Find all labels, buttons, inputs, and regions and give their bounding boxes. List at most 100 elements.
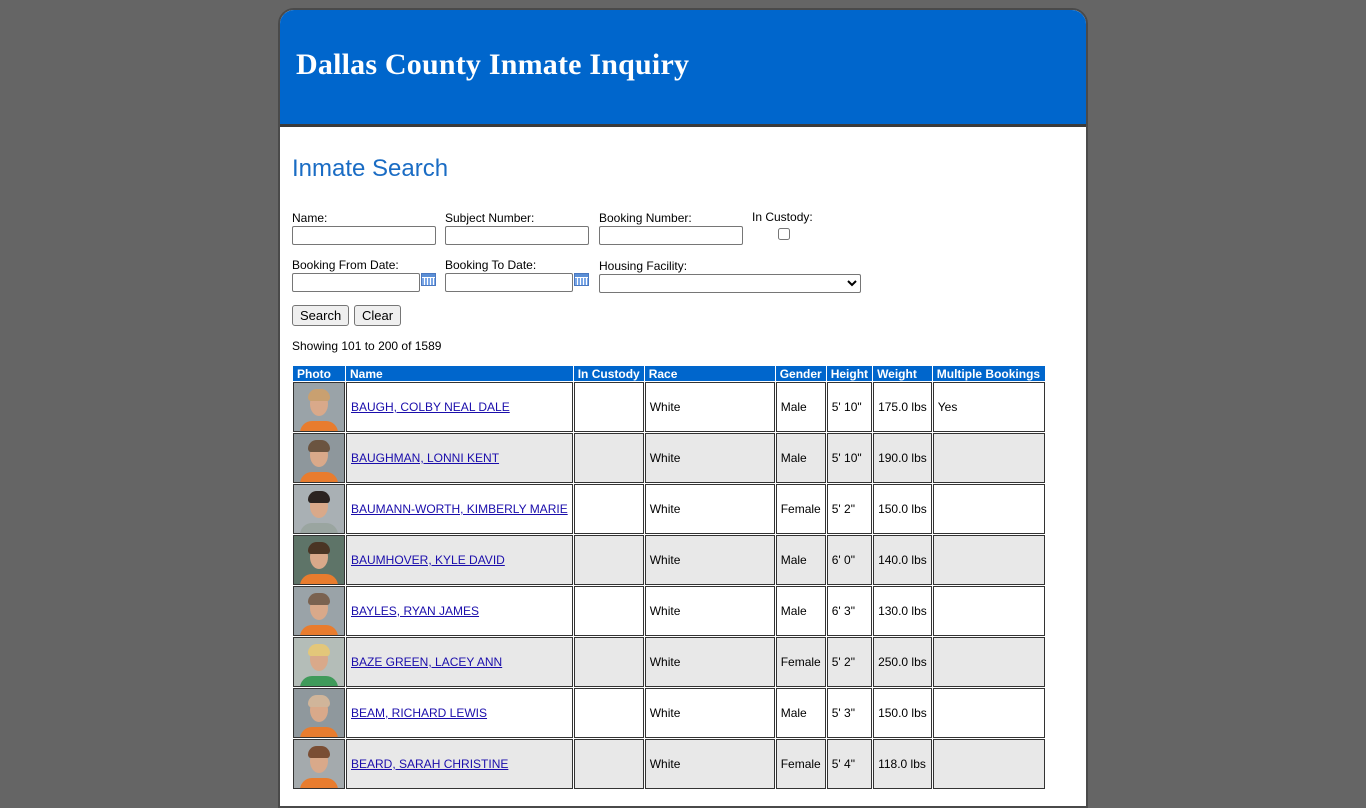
in-custody-cell: [573, 382, 644, 432]
subject-field-group: Subject Number:: [445, 211, 589, 245]
housing-facility-select[interactable]: [599, 274, 861, 293]
multiple-bookings-cell: [932, 586, 1045, 636]
name-cell: BAYLES, RYAN JAMES: [346, 586, 573, 636]
photo-cell: [293, 637, 345, 687]
gender-cell: Female: [775, 484, 826, 534]
subject-number-label: Subject Number:: [445, 211, 535, 225]
in-custody-label: In Custody:: [752, 210, 813, 224]
table-row: BAUMHOVER, KYLE DAVID White Male 6' 0" 140.0…: [293, 535, 1045, 585]
photo-cell: [293, 484, 345, 534]
race-cell: White: [644, 586, 775, 636]
calendar-icon[interactable]: [574, 273, 589, 286]
table-row: BAUGHMAN, LONNI KENT White Male 5' 10" 190.0…: [293, 433, 1045, 483]
results-summary: Showing 101 to 200 of 1589: [292, 339, 442, 353]
height-cell: 5' 2": [826, 637, 873, 687]
table-row: BAUMANN-WORTH, KIMBERLY MARIE White Female…: [293, 484, 1045, 534]
gender-cell: Male: [775, 433, 826, 483]
inmate-name-link[interactable]: BAUGH, COLBY NEAL DALE: [351, 400, 510, 414]
multiple-bookings-cell: [932, 535, 1045, 585]
photo-cell: [293, 688, 345, 738]
inmate-name-link[interactable]: BAYLES, RYAN JAMES: [351, 604, 479, 618]
name-cell: BAUMHOVER, KYLE DAVID: [346, 535, 573, 585]
clear-button[interactable]: Clear: [354, 305, 402, 326]
booking-number-label: Booking Number:: [599, 211, 692, 225]
photo-hair: [308, 440, 330, 452]
height-cell: 6' 3": [826, 586, 873, 636]
inmate-photo[interactable]: [294, 638, 344, 686]
photo-shirt: [300, 472, 338, 482]
photo-shirt: [300, 625, 338, 635]
gender-cell: Male: [775, 382, 826, 432]
weight-cell: 190.0 lbs: [873, 433, 932, 483]
race-cell: White: [644, 433, 775, 483]
photo-cell: [293, 433, 345, 483]
column-header-name: Name: [346, 366, 573, 381]
page-container: Dallas County Inmate Inquiry Inmate Sear…: [278, 8, 1088, 808]
gender-cell: Male: [775, 688, 826, 738]
housing-facility-label: Housing Facility:: [599, 259, 688, 273]
calendar-icon[interactable]: [421, 273, 436, 286]
to-date-field-group: Booking To Date:: [445, 258, 589, 292]
facility-field-group: Housing Facility:: [599, 259, 861, 293]
from-date-field-group: Booking From Date:: [292, 258, 436, 292]
multiple-bookings-cell: [932, 637, 1045, 687]
photo-hair: [308, 542, 330, 554]
booking-from-date-input[interactable]: [292, 273, 420, 292]
search-button[interactable]: Search: [292, 305, 350, 326]
inmate-photo[interactable]: [294, 383, 344, 431]
inmate-name-link[interactable]: BAUMANN-WORTH, KIMBERLY MARIE: [351, 502, 568, 516]
inmate-photo[interactable]: [294, 689, 344, 737]
booking-number-input[interactable]: [599, 226, 743, 245]
name-cell: BAZE GREEN, LACEY ANN: [346, 637, 573, 687]
inmate-photo[interactable]: [294, 740, 344, 788]
column-header-weight: Weight: [873, 366, 932, 381]
subject-number-input[interactable]: [445, 226, 589, 245]
photo-hair: [308, 593, 330, 605]
photo-shirt: [300, 574, 338, 584]
column-header-photo: Photo: [293, 366, 345, 381]
table-row: BEARD, SARAH CHRISTINE White Female 5' 4" 11…: [293, 739, 1045, 789]
multiple-bookings-cell: [932, 739, 1045, 789]
in-custody-cell: [573, 433, 644, 483]
name-cell: BEAM, RICHARD LEWIS: [346, 688, 573, 738]
column-header-race: Race: [644, 366, 775, 381]
results-table: Photo Name In Custody Race Gender Height…: [292, 365, 1046, 790]
inmate-name-link[interactable]: BAUMHOVER, KYLE DAVID: [351, 553, 505, 567]
booking-to-date-input[interactable]: [445, 273, 573, 292]
name-label: Name:: [292, 211, 328, 225]
photo-shirt: [300, 523, 338, 533]
photo-shirt: [300, 727, 338, 737]
race-cell: White: [644, 637, 775, 687]
height-cell: 5' 3": [826, 688, 873, 738]
inmate-photo[interactable]: [294, 485, 344, 533]
column-header-height: Height: [826, 366, 873, 381]
height-cell: 6' 0": [826, 535, 873, 585]
weight-cell: 150.0 lbs: [873, 484, 932, 534]
inmate-name-link[interactable]: BAUGHMAN, LONNI KENT: [351, 451, 499, 465]
inmate-photo[interactable]: [294, 536, 344, 584]
photo-hair: [308, 389, 330, 401]
inmate-name-link[interactable]: BEAM, RICHARD LEWIS: [351, 706, 487, 720]
in-custody-checkbox[interactable]: [778, 228, 790, 240]
name-cell: BEARD, SARAH CHRISTINE: [346, 739, 573, 789]
gender-cell: Male: [775, 535, 826, 585]
weight-cell: 175.0 lbs: [873, 382, 932, 432]
name-cell: BAUMANN-WORTH, KIMBERLY MARIE: [346, 484, 573, 534]
inmate-name-link[interactable]: BEARD, SARAH CHRISTINE: [351, 757, 508, 771]
in-custody-cell: [573, 586, 644, 636]
photo-shirt: [300, 778, 338, 788]
inmate-photo[interactable]: [294, 434, 344, 482]
name-input[interactable]: [292, 226, 436, 245]
booking-to-date-label: Booking To Date:: [445, 258, 537, 272]
in-custody-cell: [573, 688, 644, 738]
inmate-photo[interactable]: [294, 587, 344, 635]
site-title: Dallas County Inmate Inquiry: [296, 48, 690, 81]
in-custody-cell: [573, 535, 644, 585]
race-cell: White: [644, 688, 775, 738]
photo-hair: [308, 746, 330, 758]
gender-cell: Female: [775, 739, 826, 789]
multiple-bookings-cell: Yes: [932, 382, 1045, 432]
inmate-name-link[interactable]: BAZE GREEN, LACEY ANN: [351, 655, 502, 669]
gender-cell: Male: [775, 586, 826, 636]
photo-cell: [293, 739, 345, 789]
